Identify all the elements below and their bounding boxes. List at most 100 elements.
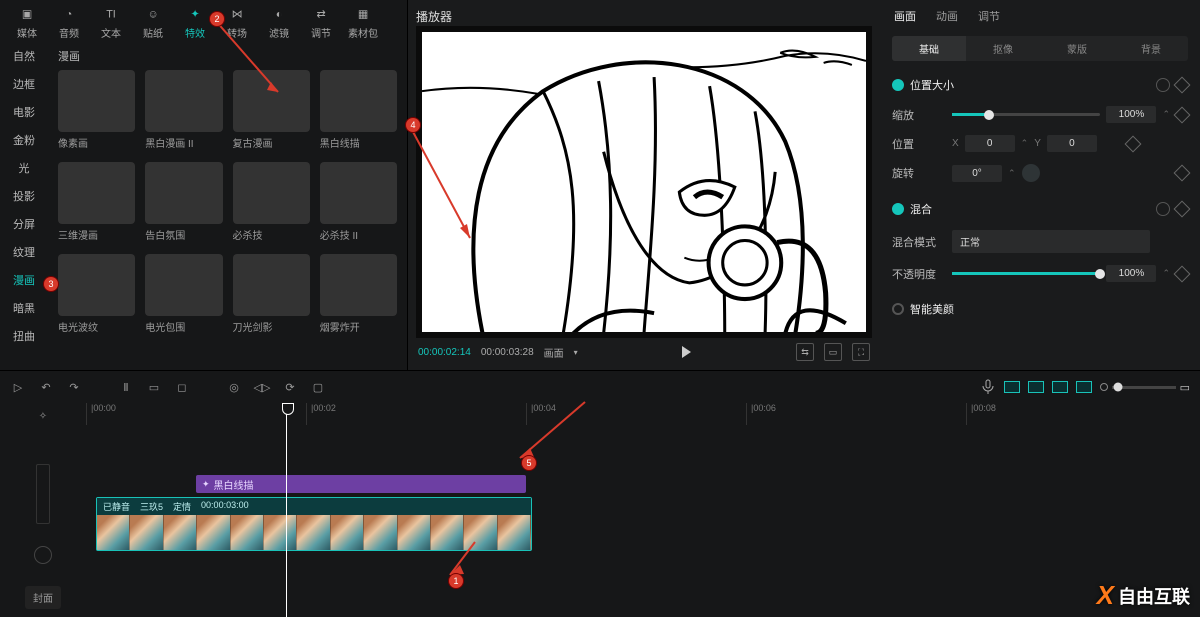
blend-toggle[interactable] [892,203,904,215]
effect-thumb-11[interactable]: 烟雾炸开 [320,254,397,334]
prop-tab-2[interactable]: 调节 [978,8,1000,24]
top-tabs: ▣媒体◔音频TI文本☺贴纸✦特效⋈转场◐滤镜⇄调节▦素材包 [0,0,407,40]
mark-button[interactable]: ◻ [174,379,190,395]
cover-button[interactable]: 封面 [25,586,61,609]
category-3[interactable]: 金粉 [0,126,48,154]
beauty-toggle[interactable] [892,303,904,315]
top-tab-8[interactable]: ▦素材包 [342,5,384,40]
effect-thumb-5[interactable]: 告白氛围 [145,162,222,242]
crop-button[interactable]: ▢ [310,379,326,395]
category-5[interactable]: 投影 [0,182,48,210]
effect-thumb-8[interactable]: 电光波纹 [58,254,135,334]
top-tab-7[interactable]: ⇄调节 [300,5,342,40]
category-0[interactable]: 自然 [0,42,48,70]
category-7[interactable]: 纹理 [0,238,48,266]
effect-thumb-0[interactable]: 像素画 [58,70,135,150]
keyframe-icon[interactable] [1174,77,1191,94]
video-clip[interactable]: 已静音 三玖5 定情 00:00:03:00 [96,497,532,551]
category-list: 自然边框电影金粉光投影分屏纹理漫画暗黑扭曲 [0,40,48,370]
aspect-mode[interactable]: 画面 [544,345,564,360]
category-8[interactable]: 漫画 [0,266,48,294]
effect-clip[interactable]: 黑白线描 [196,475,526,493]
prop-subtab-3[interactable]: 背景 [1114,36,1188,61]
scale-input[interactable] [1106,106,1156,123]
keyframe-icon[interactable] [1124,135,1141,152]
mic-icon[interactable] [980,379,996,395]
keyframe-icon[interactable] [1174,106,1191,123]
opacity-slider[interactable] [952,272,1100,275]
top-tab-0[interactable]: ▣媒体 [6,5,48,40]
section-blend: 混合 [910,201,1150,217]
undo-button[interactable]: ↶ [38,379,54,395]
clip-duration: 00:00:03:00 [201,500,249,513]
time-total: 00:00:03:28 [481,347,534,358]
effect-thumb-6[interactable]: 必杀技 [233,162,310,242]
effect-thumb-2[interactable]: 复古漫画 [233,70,310,150]
category-6[interactable]: 分屏 [0,210,48,238]
keyframe-icon[interactable] [1174,165,1191,182]
effect-thumb-9[interactable]: 电光包围 [145,254,222,334]
annotation-4: 4 [406,118,420,132]
pos-y-input[interactable] [1047,135,1097,152]
track-toggle-icon[interactable]: ✧ [39,411,47,422]
split-button[interactable]: Ⅱ [118,379,134,395]
ratio-button[interactable]: ▭ [824,343,842,361]
keyframe-icon[interactable] [1174,201,1191,218]
svg-text:▦: ▦ [358,8,368,20]
zoom-slider[interactable]: ▭ [1100,381,1190,394]
svg-text:☺: ☺ [147,8,158,20]
playhead[interactable] [286,403,287,617]
reset-icon[interactable] [1156,78,1170,92]
prop-tab-0[interactable]: 画面 [894,8,916,24]
compare-button[interactable]: ⇆ [796,343,814,361]
clip-name: 三玖5 [140,500,163,513]
blend-mode-select[interactable]: 正常 [952,230,1150,253]
rotate-button[interactable]: ⟳ [282,379,298,395]
rotation-dial[interactable] [1022,164,1040,182]
mirror-button[interactable]: ◁▷ [254,379,270,395]
top-tab-3[interactable]: ☺贴纸 [132,5,174,40]
category-1[interactable]: 边框 [0,70,48,98]
effect-thumb-10[interactable]: 刀光剑影 [233,254,310,334]
top-tab-6[interactable]: ◐滤镜 [258,5,300,40]
fullscreen-button[interactable]: ⛶ [852,343,870,361]
category-2[interactable]: 电影 [0,98,48,126]
category-9[interactable]: 暗黑 [0,294,48,322]
delete-button[interactable]: ▭ [146,379,162,395]
play-button[interactable] [682,346,691,358]
keyframe-icon[interactable] [1174,265,1191,282]
effect-thumb-4[interactable]: 三维漫画 [58,162,135,242]
category-4[interactable]: 光 [0,154,48,182]
effect-thumb-7[interactable]: 必杀技 II [320,162,397,242]
snap-opt-3[interactable] [1052,381,1068,393]
record-button[interactable]: ◎ [226,379,242,395]
track-mute-icon[interactable] [34,546,52,564]
top-tab-2[interactable]: TI文本 [90,5,132,40]
svg-text:⋈: ⋈ [232,8,243,20]
reset-icon[interactable] [1156,202,1170,216]
prop-tab-1[interactable]: 动画 [936,8,958,24]
prop-subtab-0[interactable]: 基础 [892,36,966,61]
effect-thumb-3[interactable]: 黑白线描 [320,70,397,150]
track-stub[interactable] [36,464,50,524]
redo-button[interactable]: ↷ [66,379,82,395]
pos-x-input[interactable] [965,135,1015,152]
pointer-tool[interactable]: ▷ [10,379,26,395]
timeline-body[interactable]: |00:00|00:02|00:04|00:06|00:08 黑白线描 已静音 … [86,403,1200,617]
pos-size-toggle[interactable] [892,79,904,91]
rotation-label: 旋转 [892,165,946,181]
category-10[interactable]: 扭曲 [0,322,48,350]
effect-thumb-1[interactable]: 黑白漫画 II [145,70,222,150]
snap-opt-2[interactable] [1028,381,1044,393]
annotation-2: 2 [210,12,224,26]
opacity-input[interactable] [1106,265,1156,282]
preview-panel: 播放器 [408,0,880,370]
snap-opt-1[interactable] [1004,381,1020,393]
scale-slider[interactable] [952,113,1100,116]
top-tab-1[interactable]: ◔音频 [48,5,90,40]
rotation-input[interactable] [952,165,1002,182]
snap-opt-4[interactable] [1076,381,1092,393]
prop-subtab-1[interactable]: 抠像 [966,36,1040,61]
prop-subtab-2[interactable]: 蒙版 [1040,36,1114,61]
time-ruler[interactable]: |00:00|00:02|00:04|00:06|00:08 [86,403,1200,425]
